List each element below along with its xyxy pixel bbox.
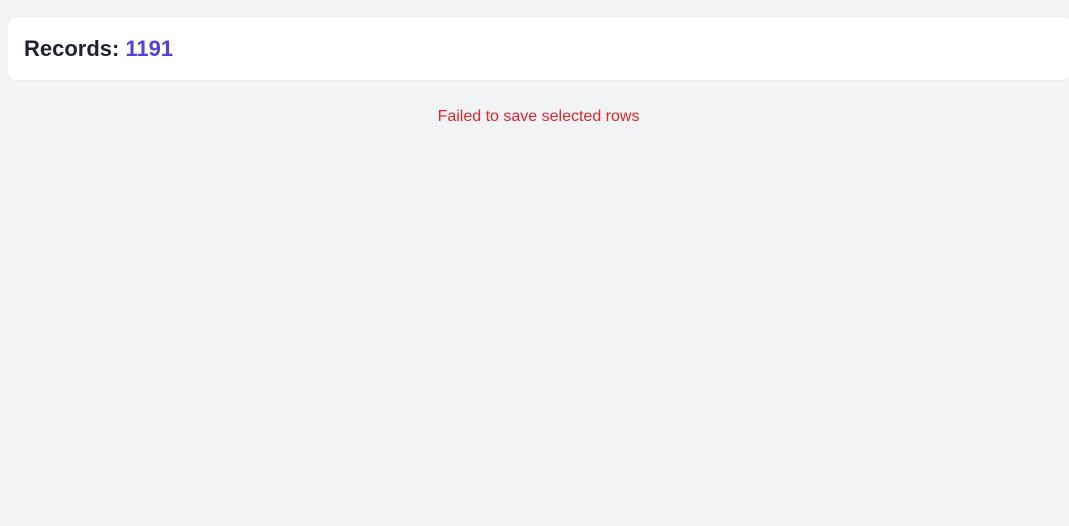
error-message: Failed to save selected rows bbox=[437, 108, 640, 125]
records-heading: Records: 1191 bbox=[24, 35, 174, 61]
records-label: Records: bbox=[24, 35, 120, 61]
records-summary-card: Records: 1191 bbox=[8, 17, 1069, 80]
records-count: 1191 bbox=[125, 35, 174, 61]
